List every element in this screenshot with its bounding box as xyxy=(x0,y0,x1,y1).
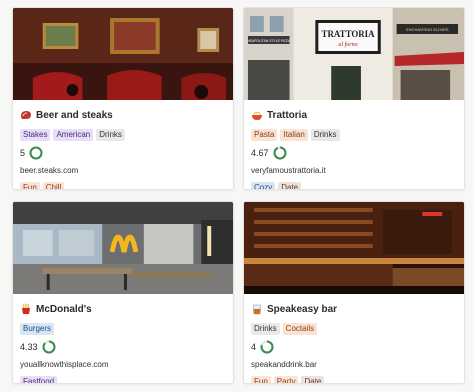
photo-sign-text: ENCHANTING ELIXIRS xyxy=(406,27,449,32)
cuisine-tags: Pasta Italian Drinks xyxy=(251,129,457,141)
tag: Date xyxy=(278,182,302,189)
steak-icon xyxy=(21,111,31,119)
card-title-text: Beer and steaks xyxy=(36,109,113,121)
pasta-icon xyxy=(252,111,262,120)
rating-value: 4.33 xyxy=(20,342,38,352)
card-cover-photo: NEAPOLITAN STYLE PIZZA TRATTORIA al forn… xyxy=(244,8,464,100)
tag: Fun xyxy=(251,376,271,383)
cuisine-tags: Burgers xyxy=(20,323,226,335)
card-cover-photo xyxy=(244,202,464,294)
tag: Cozy xyxy=(251,182,276,189)
rating: 5 xyxy=(20,145,226,161)
photo-sign-text: al forno xyxy=(339,41,358,48)
rating-value: 5 xyxy=(20,148,26,158)
vibe-tags: Fastfood xyxy=(20,376,226,383)
vibe-tags: Fun Party Date xyxy=(251,376,457,383)
rating-value: 4 xyxy=(251,342,257,352)
fries-icon xyxy=(22,303,30,314)
website-url[interactable]: veryfamoustrattoria.it xyxy=(251,165,457,177)
tag: Party xyxy=(273,376,299,383)
tag: Drinks xyxy=(96,129,125,141)
card-title-text: McDonald's xyxy=(36,303,92,315)
rating: 4.33 xyxy=(20,339,226,355)
tag: Burgers xyxy=(20,323,55,335)
card-cover-photo xyxy=(13,8,233,100)
rating: 4.67 xyxy=(251,145,457,161)
tag: Fun xyxy=(20,182,40,189)
website-url[interactable]: youallknowthisplace.com xyxy=(20,359,226,371)
rating: 4 xyxy=(251,339,457,355)
tag: American xyxy=(53,129,94,141)
rating-value: 4.67 xyxy=(251,148,269,158)
restaurant-card[interactable]: Speakeasy bar Drinks Coctails 4 speakand… xyxy=(243,201,465,384)
card-cover-photo xyxy=(13,202,233,294)
whiskey-icon xyxy=(252,304,262,315)
card-title: Beer and steaks xyxy=(20,107,226,123)
rating-ring-icon xyxy=(29,146,43,160)
website-url[interactable]: beer.steaks.com xyxy=(20,165,226,177)
rating-ring-icon xyxy=(273,146,287,160)
vibe-tags: Fun Chill xyxy=(20,182,226,189)
photo-sign-text: TRATTORIA xyxy=(322,29,376,39)
tag: Fastfood xyxy=(20,376,58,383)
card-title: Speakeasy bar xyxy=(251,301,457,317)
tag: Drinks xyxy=(251,323,280,335)
restaurant-card[interactable]: NEAPOLITAN STYLE PIZZA TRATTORIA al forn… xyxy=(243,7,465,190)
tag: Chill xyxy=(42,182,65,189)
cuisine-tags: Drinks Coctails xyxy=(251,323,457,335)
tag: Drinks xyxy=(310,129,340,141)
restaurant-gallery: Beer and steaks Stakes American Drinks 5… xyxy=(0,0,474,392)
card-title: Trattoria xyxy=(251,107,457,123)
rating-ring-icon xyxy=(260,340,274,354)
card-title-text: Trattoria xyxy=(267,109,308,121)
tag: Coctails xyxy=(282,323,318,335)
website-url[interactable]: speakanddrink.bar xyxy=(251,359,457,371)
card-title: McDonald's xyxy=(20,301,226,317)
photo-sign-text: NEAPOLITAN STYLE PIZZA xyxy=(247,39,291,43)
restaurant-card[interactable]: McDonald's Burgers 4.33 youallknowthispl… xyxy=(12,201,234,384)
card-title-text: Speakeasy bar xyxy=(267,303,338,315)
tag: Pasta xyxy=(251,129,278,141)
cuisine-tags: Stakes American Drinks xyxy=(20,129,226,141)
rating-ring-icon xyxy=(42,340,56,354)
restaurant-card[interactable]: Beer and steaks Stakes American Drinks 5… xyxy=(12,7,234,190)
tag: Stakes xyxy=(20,129,51,141)
tag: Date xyxy=(301,376,325,383)
vibe-tags: Cozy Date xyxy=(251,182,457,189)
tag: Italian xyxy=(280,129,308,141)
